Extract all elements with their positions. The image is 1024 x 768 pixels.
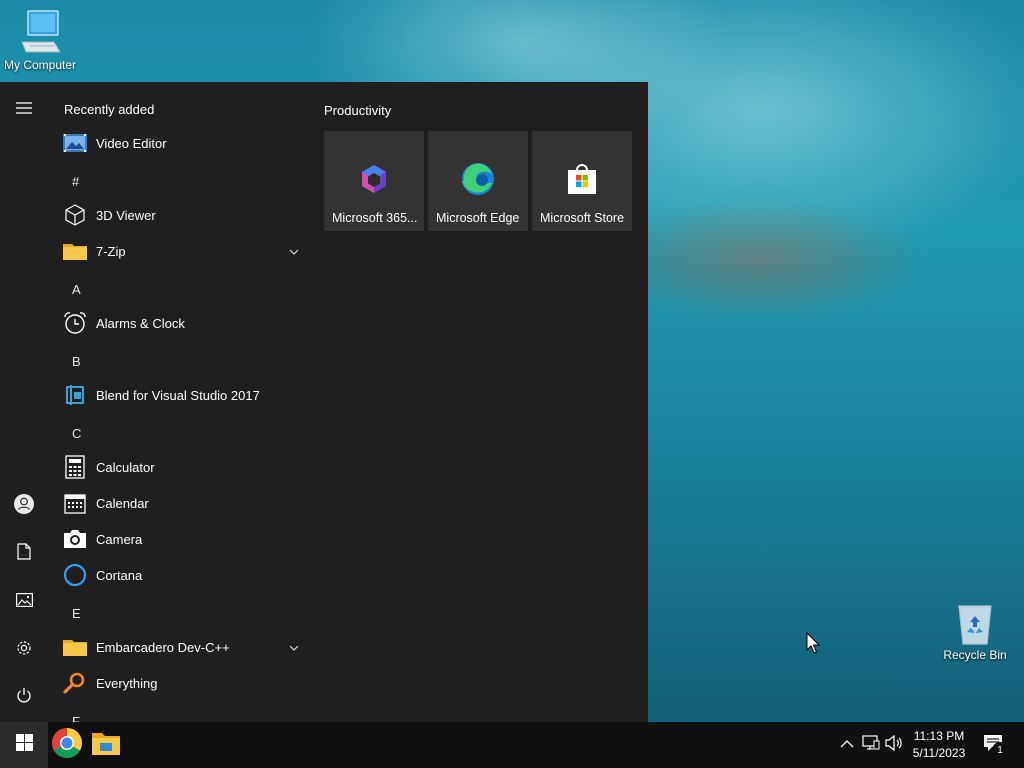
video-editor-icon: [63, 131, 87, 155]
expand-menu-button[interactable]: [0, 90, 48, 130]
desktop-icon-label: My Computer: [3, 58, 77, 72]
settings-icon: [15, 639, 33, 662]
app-alarms-clock[interactable]: Alarms & Clock: [48, 305, 310, 341]
letter-header-a[interactable]: A: [72, 282, 81, 297]
user-icon: [13, 493, 35, 520]
recently-added-header: Recently added: [64, 102, 155, 117]
app-label: Alarms & Clock: [96, 315, 185, 331]
calendar-icon: [63, 491, 87, 515]
blend-icon: [63, 383, 87, 407]
cortana-icon: [63, 563, 87, 587]
start-menu: Recently added Video Editor # 3D Viewer …: [0, 82, 648, 722]
app-blend-visual-studio[interactable]: Blend for Visual Studio 2017: [48, 377, 310, 413]
recycle-bin-icon: [953, 602, 997, 646]
app-everything[interactable]: Everything: [48, 665, 310, 701]
file-explorer-icon: [91, 730, 121, 761]
alarm-clock-icon: [63, 311, 87, 335]
tile-label: Microsoft Store: [540, 211, 625, 225]
chrome-icon: [51, 727, 83, 764]
power-button[interactable]: [0, 678, 48, 718]
tiles-area: Productivity Microsoft 365... Microsoft …: [324, 82, 644, 722]
clock[interactable]: 11:13 PM 5/11/2023: [904, 728, 974, 762]
documents-icon: [17, 543, 31, 565]
app-label: Cortana: [96, 567, 143, 583]
desktop-icon-my-computer[interactable]: My Computer: [0, 8, 80, 72]
app-calendar[interactable]: Calendar: [48, 485, 310, 521]
notification-count-badge: 1: [992, 742, 1008, 758]
desktop-icon-label: Recycle Bin: [943, 648, 1007, 662]
computer-icon: [16, 8, 64, 56]
tile-microsoft-365[interactable]: Microsoft 365...: [324, 131, 424, 231]
app-camera[interactable]: Camera: [48, 521, 310, 557]
show-hidden-icons-button[interactable]: [837, 735, 857, 755]
app-3d-viewer[interactable]: 3D Viewer: [48, 197, 310, 233]
letter-header-hash[interactable]: #: [72, 174, 79, 189]
tile-group-title[interactable]: Productivity: [324, 103, 391, 118]
taskbar-chrome[interactable]: [47, 722, 87, 768]
taskbar: 11:13 PM 5/11/2023: [0, 722, 1024, 768]
edge-icon: [460, 161, 496, 197]
tile-label: Microsoft 365...: [332, 211, 418, 225]
folder-icon: [63, 635, 87, 659]
clock-time: 11:13 PM: [913, 729, 965, 743]
app-label: Calculator: [96, 459, 155, 475]
chevron-down-icon[interactable]: [288, 245, 300, 257]
taskbar-file-explorer[interactable]: [86, 722, 126, 768]
user-account-button[interactable]: [0, 486, 48, 526]
magnifier-icon: [63, 671, 87, 695]
tile-microsoft-store[interactable]: Microsoft Store: [532, 131, 632, 231]
app-label: 7-Zip: [96, 243, 126, 259]
chevron-up-icon: [840, 736, 854, 754]
power-icon: [16, 687, 32, 709]
clock-date: 5/11/2023: [912, 746, 966, 760]
app-label: 3D Viewer: [96, 207, 156, 223]
cube-icon: [63, 203, 87, 227]
app-calculator[interactable]: Calculator: [48, 449, 310, 485]
chevron-down-icon[interactable]: [288, 641, 300, 653]
app-embarcadero-devcpp-folder[interactable]: Embarcadero Dev-C++: [48, 629, 310, 665]
tile-microsoft-edge[interactable]: Microsoft Edge: [428, 131, 528, 231]
folder-icon: [63, 239, 87, 263]
app-label: Calendar: [96, 495, 149, 511]
volume-button[interactable]: [884, 734, 904, 756]
camera-icon: [63, 527, 87, 551]
app-7zip-folder[interactable]: 7-Zip: [48, 233, 310, 269]
network-button[interactable]: [861, 734, 881, 756]
letter-header-e[interactable]: E: [72, 606, 81, 621]
calculator-icon: [63, 455, 87, 479]
letter-header-b[interactable]: B: [72, 354, 81, 369]
start-button[interactable]: [0, 722, 48, 768]
app-video-editor[interactable]: Video Editor: [48, 125, 310, 161]
letter-header-f[interactable]: F: [72, 714, 80, 722]
mouse-cursor-icon: [806, 631, 821, 659]
tile-label: Microsoft Edge: [436, 211, 520, 225]
settings-button[interactable]: [0, 630, 48, 670]
app-label: Embarcadero Dev-C++: [96, 639, 230, 655]
network-icon: [862, 734, 880, 756]
app-cortana[interactable]: Cortana: [48, 557, 310, 593]
desktop-icon-recycle-bin[interactable]: Recycle Bin: [935, 602, 1015, 662]
app-label: Video Editor: [96, 135, 167, 151]
documents-button[interactable]: [0, 534, 48, 574]
microsoft-365-icon: [356, 161, 392, 197]
letter-header-c[interactable]: C: [72, 426, 81, 441]
pictures-button[interactable]: [0, 582, 48, 622]
app-label: Camera: [96, 531, 143, 547]
volume-icon: [885, 734, 903, 756]
start-menu-rail: [0, 82, 48, 722]
app-label: Blend for Visual Studio 2017: [96, 387, 260, 403]
app-label: Everything: [96, 675, 158, 691]
app-list: Recently added Video Editor # 3D Viewer …: [48, 82, 310, 722]
store-icon: [564, 161, 600, 197]
pictures-icon: [15, 592, 33, 612]
windows-logo-icon: [15, 734, 33, 756]
hamburger-icon: [16, 101, 32, 120]
